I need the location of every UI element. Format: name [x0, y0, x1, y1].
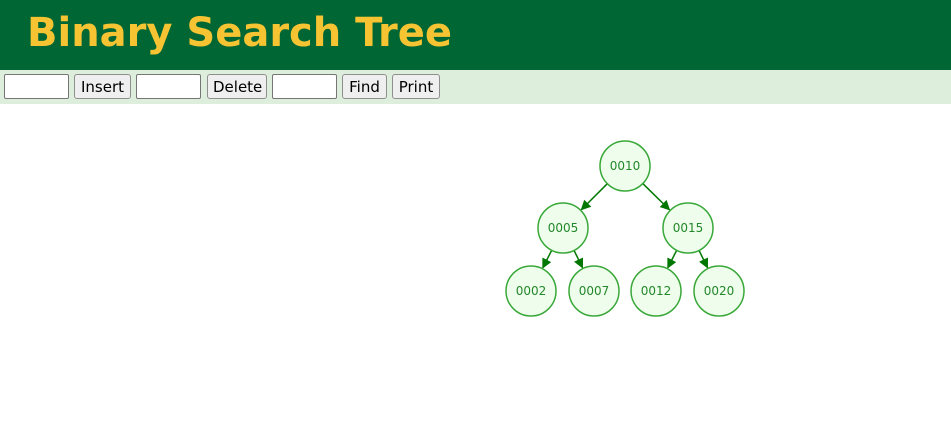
tree-edge — [573, 250, 584, 269]
tree-node-label: 0020 — [704, 284, 735, 298]
delete-button[interactable]: Delete — [207, 74, 267, 99]
tree-edge — [667, 249, 678, 269]
tree-edge — [580, 183, 608, 211]
tree-diagram: 0010 0005 0015 0002 0007 0012 0020 — [505, 140, 745, 317]
tree-edge — [542, 249, 553, 269]
tree-node: 0002 — [505, 265, 557, 317]
tree-node: 0020 — [693, 265, 745, 317]
tree-node: 0007 — [568, 265, 620, 317]
app-header: Binary Search Tree — [0, 0, 951, 70]
controls-toolbar: Insert Delete Find Print — [0, 70, 951, 104]
tree-node-label: 0015 — [673, 221, 704, 235]
tree-node: 0015 — [662, 202, 714, 254]
page-title: Binary Search Tree — [27, 10, 453, 56]
tree-node-label: 0012 — [641, 284, 672, 298]
find-button[interactable]: Find — [342, 74, 387, 99]
tree-node: 0012 — [630, 265, 682, 317]
tree-node-label: 0002 — [516, 284, 547, 298]
tree-node-label: 0005 — [548, 221, 579, 235]
insert-input[interactable] — [4, 74, 69, 99]
tree-canvas: 0010 0005 0015 0002 0007 0012 0020 — [0, 104, 951, 429]
tree-node-label: 0010 — [610, 159, 641, 173]
tree-node: 0005 — [537, 202, 589, 254]
tree-node-label: 0007 — [579, 284, 610, 298]
tree-edge — [642, 183, 671, 211]
find-input[interactable] — [272, 74, 337, 99]
tree-node: 0010 — [599, 140, 651, 192]
delete-input[interactable] — [136, 74, 201, 99]
print-button[interactable]: Print — [392, 74, 440, 99]
insert-button[interactable]: Insert — [74, 74, 131, 99]
tree-edge — [698, 250, 709, 269]
